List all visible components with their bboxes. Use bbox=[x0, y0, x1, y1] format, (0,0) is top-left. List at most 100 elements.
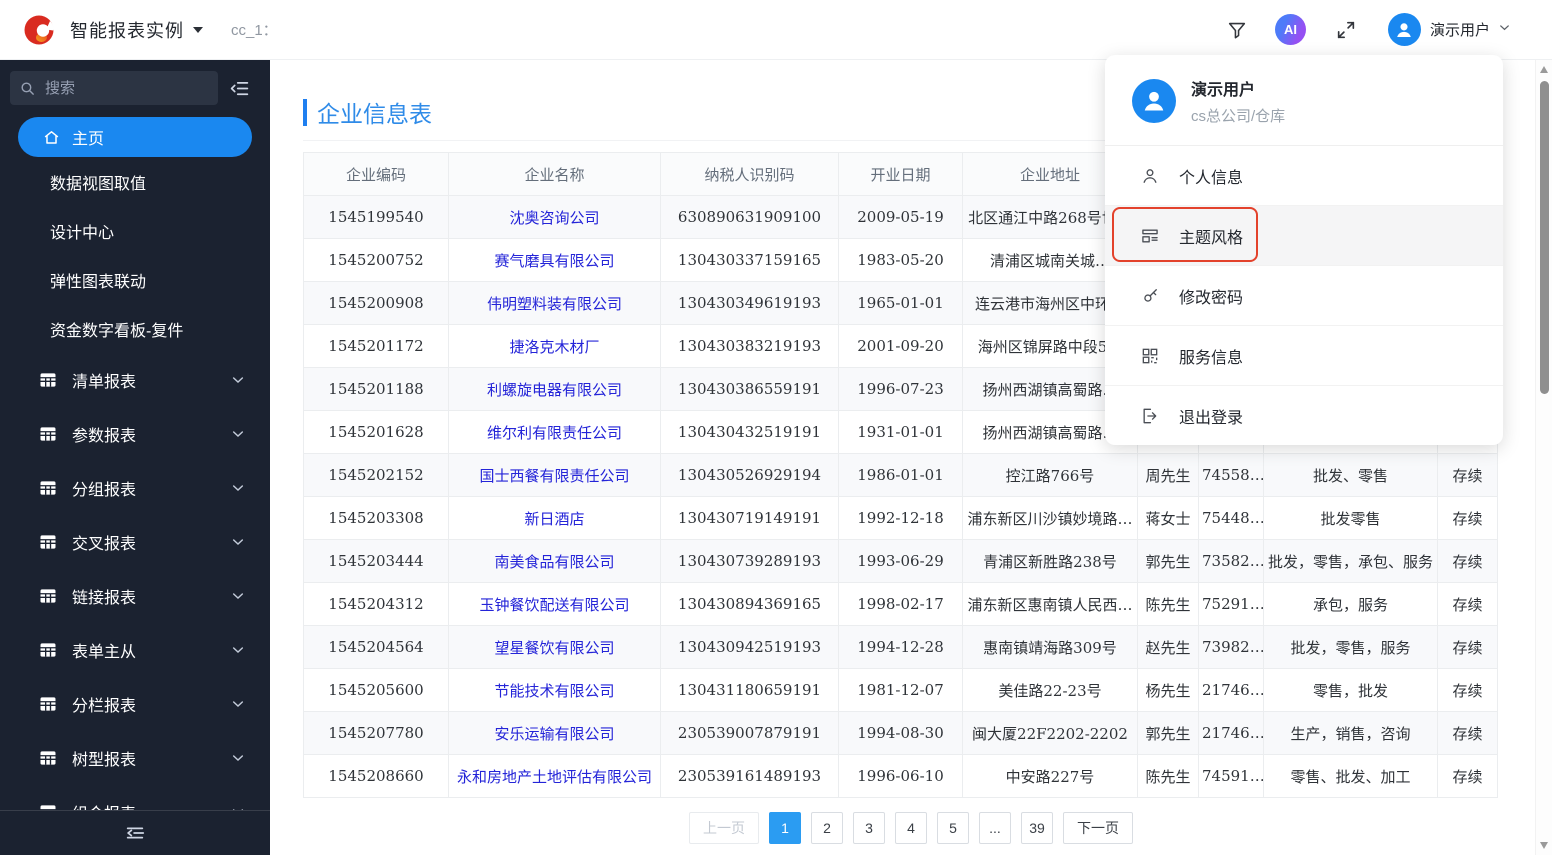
page-button[interactable]: 4 bbox=[895, 811, 927, 844]
user-menu-trigger[interactable]: 演示用户 bbox=[1387, 13, 1512, 46]
cell-company-link[interactable]: 望星餐饮有限公司 bbox=[448, 625, 661, 669]
sidebar-item-label: 数据视图取值 bbox=[50, 175, 147, 193]
app-logo-icon bbox=[20, 11, 58, 49]
table-icon bbox=[38, 640, 58, 660]
cell-contact: 郭先生 bbox=[1137, 711, 1199, 755]
cell-phone: 21746… bbox=[1198, 668, 1264, 712]
cell-company-link[interactable]: 伟明塑料装有限公司 bbox=[448, 281, 661, 325]
chevron-down-icon bbox=[230, 480, 246, 496]
page-title: 企业信息表 bbox=[317, 102, 432, 128]
page-button[interactable]: 3 bbox=[853, 811, 885, 844]
filter-icon[interactable] bbox=[1225, 18, 1249, 42]
user-card: 演示用户 cs总公司/仓库 bbox=[1105, 55, 1503, 145]
sidebar-item[interactable]: 数据视图取值 bbox=[0, 157, 270, 206]
cell-company-link[interactable]: 安乐运输有限公司 bbox=[448, 711, 661, 755]
sidebar-item[interactable]: 设计中心 bbox=[0, 206, 270, 255]
sidebar-item-label: 参数报表 bbox=[72, 428, 137, 445]
cell-scope: 承包，服务 bbox=[1263, 582, 1438, 626]
cell-address: 美佳路22-23号 bbox=[962, 668, 1138, 712]
sidebar-group-item[interactable]: 交叉报表 bbox=[0, 515, 270, 569]
cell-company-link[interactable]: 玉钟餐饮配送有限公司 bbox=[448, 582, 661, 626]
cell-open-date: 1994-12-28 bbox=[838, 625, 963, 669]
chevron-down-icon bbox=[1497, 20, 1512, 40]
page-button[interactable]: ... bbox=[979, 811, 1011, 844]
page-button[interactable]: 上一页 bbox=[689, 811, 759, 844]
cell-address: 中安路227号 bbox=[962, 754, 1138, 798]
sidebar-item[interactable]: 资金数字看板-复件 bbox=[0, 304, 270, 353]
cell-code: 1545200908 bbox=[303, 281, 449, 325]
sidebar-item-label: 设计中心 bbox=[50, 224, 115, 242]
pagination: 上一页 1 2 3 4 5 ... 39 下一页 bbox=[270, 800, 1552, 855]
menu-collapse-icon[interactable] bbox=[229, 78, 250, 99]
cell-phone: 75291… bbox=[1198, 582, 1264, 626]
breadcrumb: cc_1： bbox=[231, 22, 278, 39]
cell-company-link[interactable]: 永和房地产土地评估有限公司 bbox=[448, 754, 661, 798]
page-button[interactable]: 2 bbox=[811, 811, 843, 844]
app-switcher-caret-icon[interactable] bbox=[193, 26, 203, 33]
cell-address: 惠南镇靖海路309号 bbox=[962, 625, 1138, 669]
sidebar-item[interactable]: 弹性图表联动 bbox=[0, 255, 270, 304]
sidebar-group-item[interactable]: 分组报表 bbox=[0, 461, 270, 515]
menu-item-profile[interactable]: 个人信息 bbox=[1105, 146, 1503, 205]
ai-assistant-button[interactable]: AI bbox=[1274, 14, 1306, 45]
sidebar-group-item[interactable]: 分栏报表 bbox=[0, 677, 270, 731]
scrollbar-thumb[interactable] bbox=[1540, 81, 1549, 394]
search-input[interactable] bbox=[43, 78, 197, 98]
cell-status: 存续 bbox=[1437, 453, 1498, 497]
sidebar-group-item[interactable]: 表单主从 bbox=[0, 623, 270, 677]
chevron-down-icon bbox=[230, 534, 246, 550]
cell-contact: 陈先生 bbox=[1137, 754, 1199, 798]
sidebar-group-item[interactable]: 树型报表 bbox=[0, 731, 270, 785]
cell-code: 1545204312 bbox=[303, 582, 449, 626]
table-icon bbox=[38, 532, 58, 552]
scroll-up-icon[interactable] bbox=[1540, 66, 1548, 73]
cell-status: 存续 bbox=[1437, 496, 1498, 540]
menu-item-logout[interactable]: 退出登录 bbox=[1105, 385, 1503, 445]
sidebar-group-item[interactable]: 清单报表 bbox=[0, 353, 270, 407]
header-actions: AI 演示用户 bbox=[1225, 13, 1512, 46]
cell-open-date: 1965-01-01 bbox=[838, 281, 963, 325]
menu-item-service[interactable]: 服务信息 bbox=[1105, 325, 1503, 385]
fullscreen-icon[interactable] bbox=[1334, 18, 1358, 42]
page-button[interactable]: 1 bbox=[769, 811, 801, 844]
theme-layout-icon bbox=[1140, 226, 1160, 246]
chevron-down-icon bbox=[230, 642, 246, 658]
cell-company-link[interactable]: 国士西餐有限责任公司 bbox=[448, 453, 661, 497]
cell-address: 控江路766号 bbox=[962, 453, 1138, 497]
cell-code: 1545204564 bbox=[303, 625, 449, 669]
cell-company-link[interactable]: 新日酒店 bbox=[448, 496, 661, 540]
cell-company-link[interactable]: 利螺旋电器有限公司 bbox=[448, 367, 661, 411]
menu-item-label: 修改密码 bbox=[1179, 289, 1244, 307]
cell-tax-id: 130430383219193 bbox=[660, 324, 839, 368]
cell-company-link[interactable]: 节能技术有限公司 bbox=[448, 668, 661, 712]
menu-item-theme[interactable]: 主题风格 bbox=[1105, 205, 1503, 265]
page-button[interactable]: 5 bbox=[937, 811, 969, 844]
sidebar-item-label: 树型报表 bbox=[72, 752, 137, 769]
scroll-down-icon[interactable] bbox=[1540, 842, 1548, 849]
cell-company-link[interactable]: 赛气磨具有限公司 bbox=[448, 238, 661, 282]
sidebar-group-item[interactable]: 链接报表 bbox=[0, 569, 270, 623]
cell-company-link[interactable]: 维尔利有限责任公司 bbox=[448, 410, 661, 454]
sidebar-group-item[interactable]: 参数报表 bbox=[0, 407, 270, 461]
cell-company-link[interactable]: 捷洛克木材厂 bbox=[448, 324, 661, 368]
cell-phone: 73582… bbox=[1198, 539, 1264, 583]
sidebar-collapse-bar[interactable] bbox=[0, 810, 270, 855]
menu-item-label: 主题风格 bbox=[1179, 229, 1244, 247]
app-title: 智能报表实例 bbox=[70, 20, 184, 41]
title-accent-bar bbox=[303, 98, 307, 126]
cell-tax-id: 130430739289193 bbox=[660, 539, 839, 583]
cell-scope: 批发，零售，服务 bbox=[1263, 625, 1438, 669]
chevron-down-icon bbox=[230, 426, 246, 442]
sidebar-item-home[interactable]: 主页 bbox=[18, 117, 252, 157]
cell-company-link[interactable]: 沈奥咨询公司 bbox=[448, 195, 661, 239]
user-dropdown-menu: 演示用户 cs总公司/仓库 个人信息 主题风格 修改密码 服务信息 退出登录 bbox=[1105, 55, 1503, 445]
cell-tax-id: 230539161489193 bbox=[660, 754, 839, 798]
menu-item-password[interactable]: 修改密码 bbox=[1105, 265, 1503, 325]
menu-fold-icon bbox=[126, 827, 145, 839]
table-row: 1545204312 玉钟餐饮配送有限公司 130430894369165 19… bbox=[303, 582, 1498, 626]
page-button[interactable]: 39 bbox=[1021, 811, 1053, 844]
page-button[interactable]: 下一页 bbox=[1063, 811, 1133, 844]
cell-company-link[interactable]: 南美食品有限公司 bbox=[448, 539, 661, 583]
table-row: 1545202152 国士西餐有限责任公司 130430526929194 19… bbox=[303, 453, 1498, 497]
cell-scope: 批发、零售 bbox=[1263, 453, 1438, 497]
